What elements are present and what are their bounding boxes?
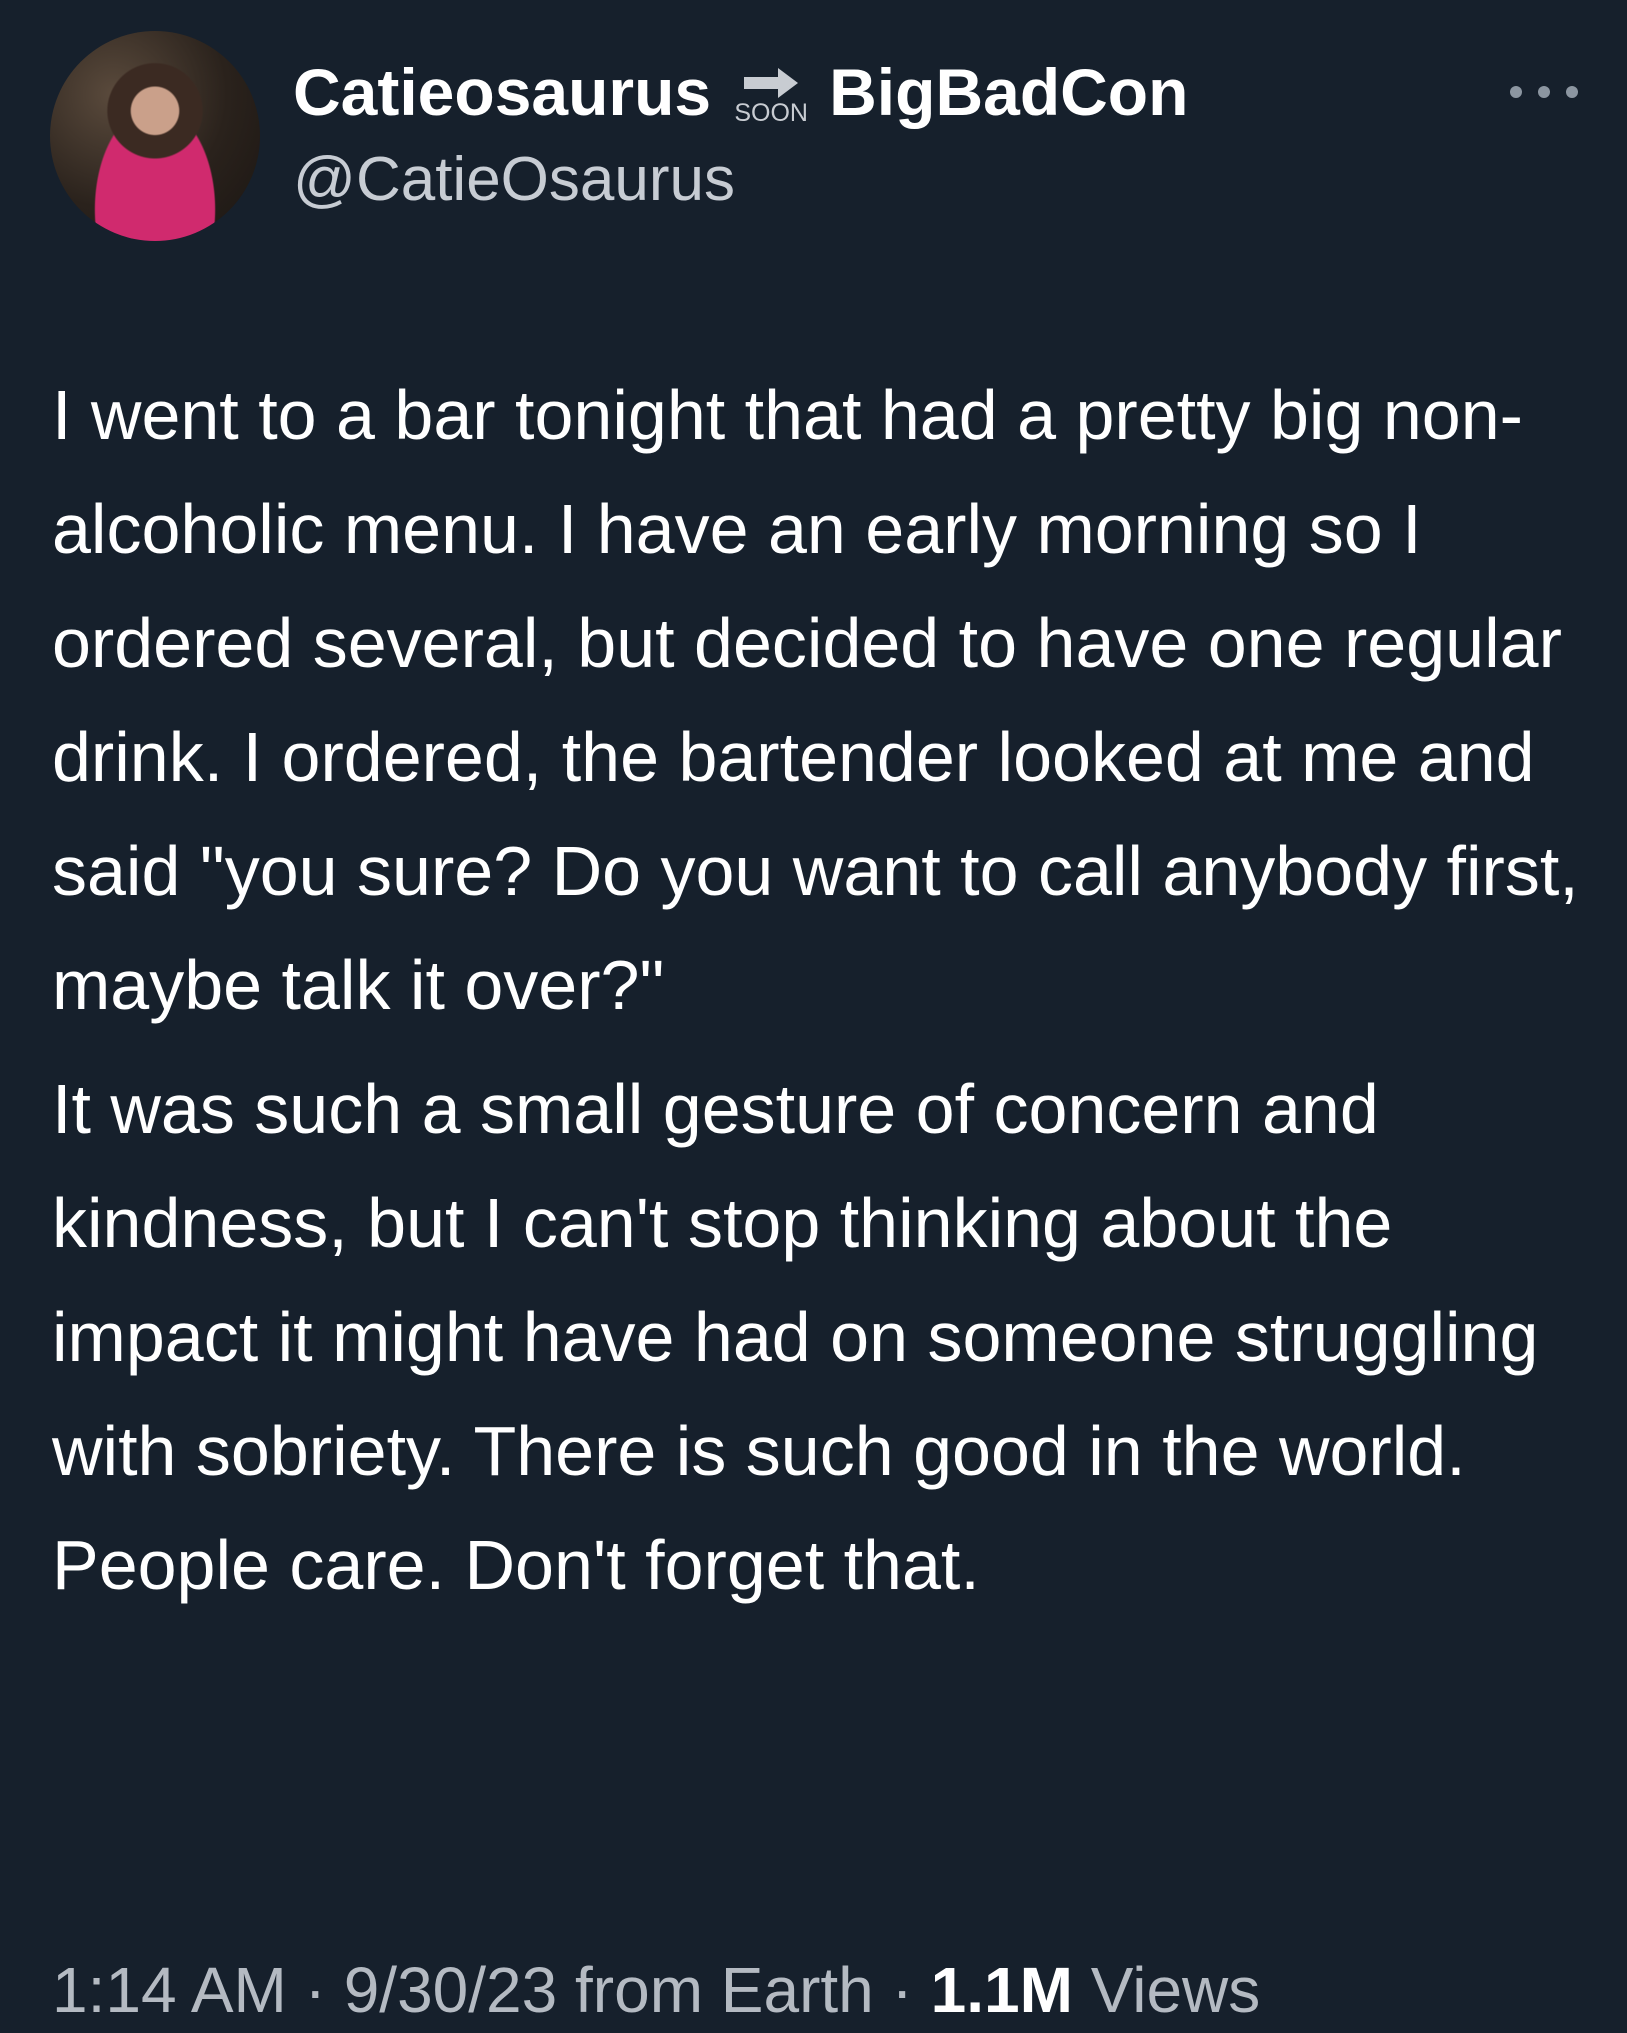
tweet-text: I went to a bar tonight that had a prett… bbox=[52, 358, 1612, 1622]
display-name-suffix[interactable]: BigBadCon bbox=[829, 50, 1188, 134]
tweet-paragraph: It was such a small gesture of concern a… bbox=[52, 1070, 1539, 1604]
soon-arrow-icon bbox=[744, 68, 799, 98]
more-dot bbox=[1566, 86, 1578, 98]
tweet-paragraph: I went to a bar tonight that had a prett… bbox=[52, 376, 1579, 1024]
views-label: Views bbox=[1090, 1954, 1261, 2026]
more-dot bbox=[1510, 86, 1522, 98]
soon-badge: SOON bbox=[727, 66, 815, 126]
more-options-icon[interactable] bbox=[1510, 72, 1578, 112]
meta-separator: · bbox=[891, 1954, 913, 2026]
avatar[interactable] bbox=[50, 31, 260, 241]
tweet-time[interactable]: 1:14 AM bbox=[52, 1954, 287, 2026]
display-name[interactable]: Catieosaurus bbox=[293, 50, 711, 134]
tweet-date-source[interactable]: 9/30/23 from Earth bbox=[344, 1954, 874, 2026]
soon-badge-label: SOON bbox=[734, 99, 808, 127]
user-handle[interactable]: @CatieOsaurus bbox=[293, 140, 735, 220]
tweet-meta: 1:14 AM · 9/30/23 from Earth · 1.1M View… bbox=[52, 1950, 1260, 2030]
meta-separator: · bbox=[304, 1954, 326, 2026]
display-name-row[interactable]: Catieosaurus SOON BigBadCon bbox=[293, 50, 1188, 134]
views-count[interactable]: 1.1M bbox=[931, 1954, 1073, 2026]
more-dot bbox=[1538, 86, 1550, 98]
